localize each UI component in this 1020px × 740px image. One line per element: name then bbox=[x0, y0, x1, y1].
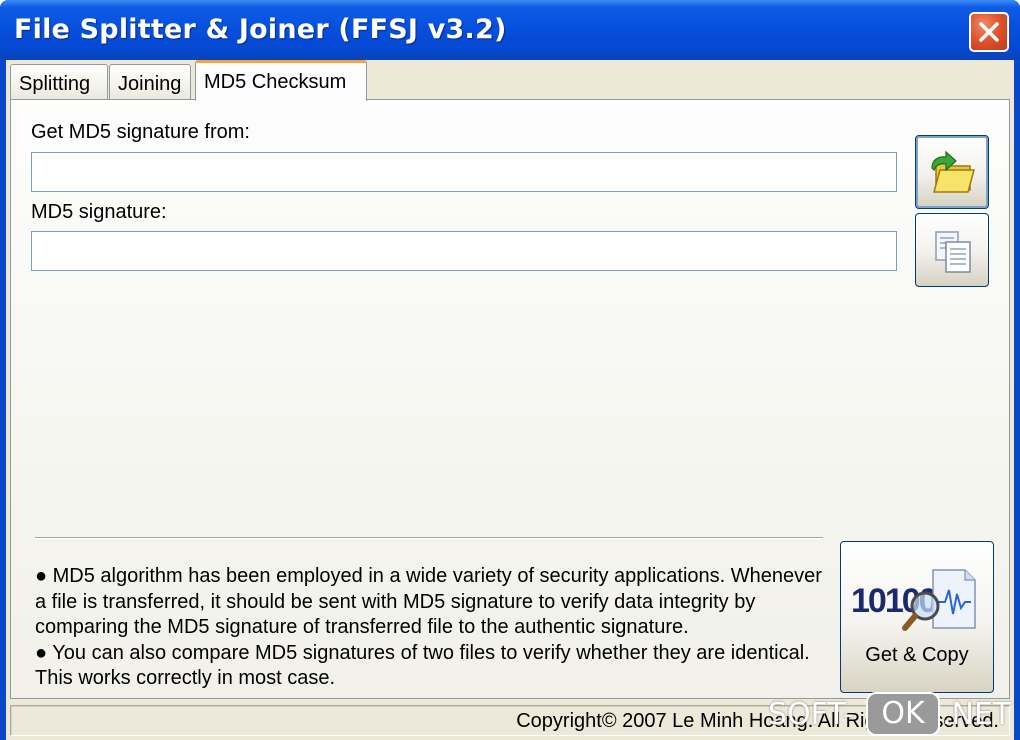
browse-button[interactable] bbox=[915, 135, 989, 209]
get-copy-label: Get & Copy bbox=[865, 644, 969, 666]
info-bullet-2: ● You can also compare MD5 signatures of… bbox=[35, 641, 810, 690]
copy-signature-button[interactable] bbox=[915, 213, 989, 287]
tab-joining[interactable]: Joining bbox=[109, 64, 191, 100]
get-copy-button[interactable]: 10100 Get & Copy bbox=[840, 541, 994, 693]
watermark-part-1: SOFT- bbox=[768, 697, 854, 732]
close-button[interactable] bbox=[969, 12, 1009, 52]
watermark-part-2: OK bbox=[866, 692, 940, 736]
close-icon bbox=[979, 22, 999, 42]
watermark-part-3: .NET bbox=[942, 697, 1012, 732]
separator bbox=[35, 537, 823, 539]
copy-icon bbox=[935, 231, 971, 273]
watermark: SOFT- OK .NET bbox=[764, 690, 1014, 738]
client-area: Splitting Joining MD5 Checksum Get MD5 s… bbox=[6, 60, 1014, 740]
tab-label: Splitting bbox=[19, 73, 91, 95]
window-title: File Splitter & Joiner (FFSJ v3.2) bbox=[14, 14, 507, 45]
tab-label: Joining bbox=[118, 73, 182, 95]
tab-splitting[interactable]: Splitting bbox=[10, 64, 108, 100]
source-label: Get MD5 signature from: bbox=[31, 121, 250, 143]
md5-panel: Get MD5 signature from: MD5 signature: ●… bbox=[10, 99, 1010, 699]
source-path-input[interactable] bbox=[31, 152, 897, 192]
title-bar[interactable]: File Splitter & Joiner (FFSJ v3.2) bbox=[0, 0, 1020, 60]
md5-checksum-icon: 10100 bbox=[851, 569, 976, 631]
signature-input[interactable] bbox=[31, 231, 897, 271]
app-window: File Splitter & Joiner (FFSJ v3.2) Split… bbox=[0, 0, 1020, 740]
info-text: ● MD5 algorithm has been employed in a w… bbox=[35, 564, 825, 692]
tab-md5-checksum[interactable]: MD5 Checksum bbox=[195, 60, 367, 101]
signature-label: MD5 signature: bbox=[31, 201, 167, 223]
tab-label: MD5 Checksum bbox=[204, 71, 347, 93]
info-bullet-1: ● MD5 algorithm has been employed in a w… bbox=[35, 565, 822, 638]
folder-open-icon bbox=[931, 150, 975, 193]
